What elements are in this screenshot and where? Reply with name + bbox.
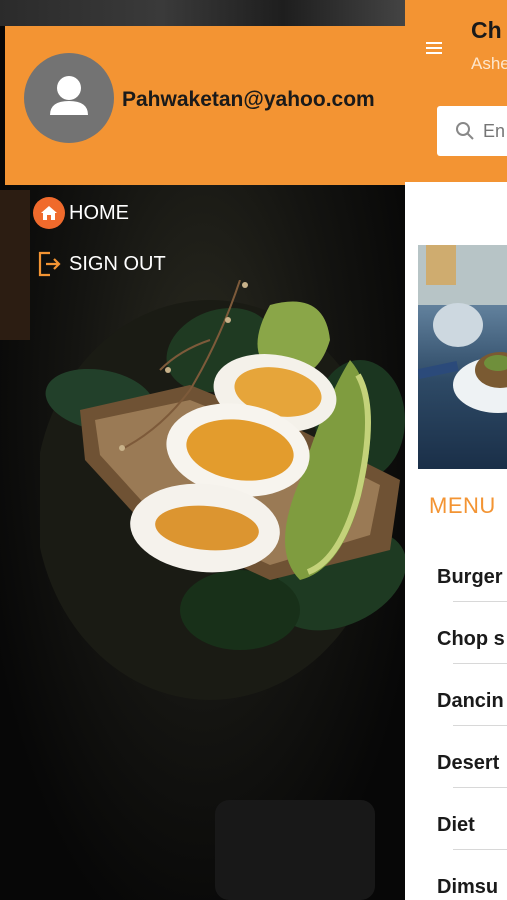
menu-item[interactable]: Dimsu	[405, 850, 507, 900]
hamburger-menu-icon[interactable]	[426, 42, 442, 54]
menu-item-label: Burger	[437, 566, 503, 588]
background-strip	[0, 0, 405, 26]
sign-out-icon	[38, 251, 61, 277]
menu-item-label: Chop s	[437, 628, 505, 650]
background-plate	[215, 800, 375, 900]
user-email: Pahwaketan@yahoo.com	[122, 88, 375, 111]
search-icon	[456, 122, 474, 140]
app-title: Ch	[471, 17, 502, 43]
menu-item-label: Dancin	[437, 690, 504, 712]
menu-item[interactable]: Desert	[405, 726, 507, 788]
app-subtitle: Ashe	[471, 54, 507, 73]
avatar[interactable]	[24, 53, 114, 143]
nav-item-label: SIGN OUT	[69, 252, 166, 275]
navigation-drawer: Pahwaketan@yahoo.com HOME SIGN OUT	[0, 0, 405, 900]
banner-image	[418, 245, 507, 469]
menu-list: Burger Chop s Dancin Desert Diet Dimsu	[405, 540, 507, 900]
app-bar: Ch Ashe	[405, 0, 507, 182]
nav-item-home[interactable]: HOME	[33, 197, 129, 229]
home-icon	[33, 197, 65, 229]
search-bar[interactable]	[437, 106, 507, 156]
menu-item[interactable]: Diet	[405, 788, 507, 850]
nav-item-label: HOME	[69, 201, 129, 224]
menu-item[interactable]: Chop s	[405, 602, 507, 664]
menu-item[interactable]: Dancin	[405, 664, 507, 726]
nav-item-sign-out[interactable]: SIGN OUT	[33, 248, 166, 280]
menu-item-label: Dimsu	[437, 876, 499, 898]
menu-item-label: Diet	[437, 814, 475, 836]
menu-item[interactable]: Burger	[405, 540, 507, 602]
food-background-image	[40, 280, 405, 700]
search-input[interactable]	[481, 119, 507, 143]
background-board	[0, 190, 30, 340]
user-icon	[50, 76, 88, 115]
menu-item-label: Desert	[437, 752, 500, 774]
drawer-header: Pahwaketan@yahoo.com	[5, 26, 405, 185]
main-screen: Ch Ashe MENU Burger Chop s	[405, 0, 507, 900]
menu-heading: MENU	[429, 493, 496, 518]
